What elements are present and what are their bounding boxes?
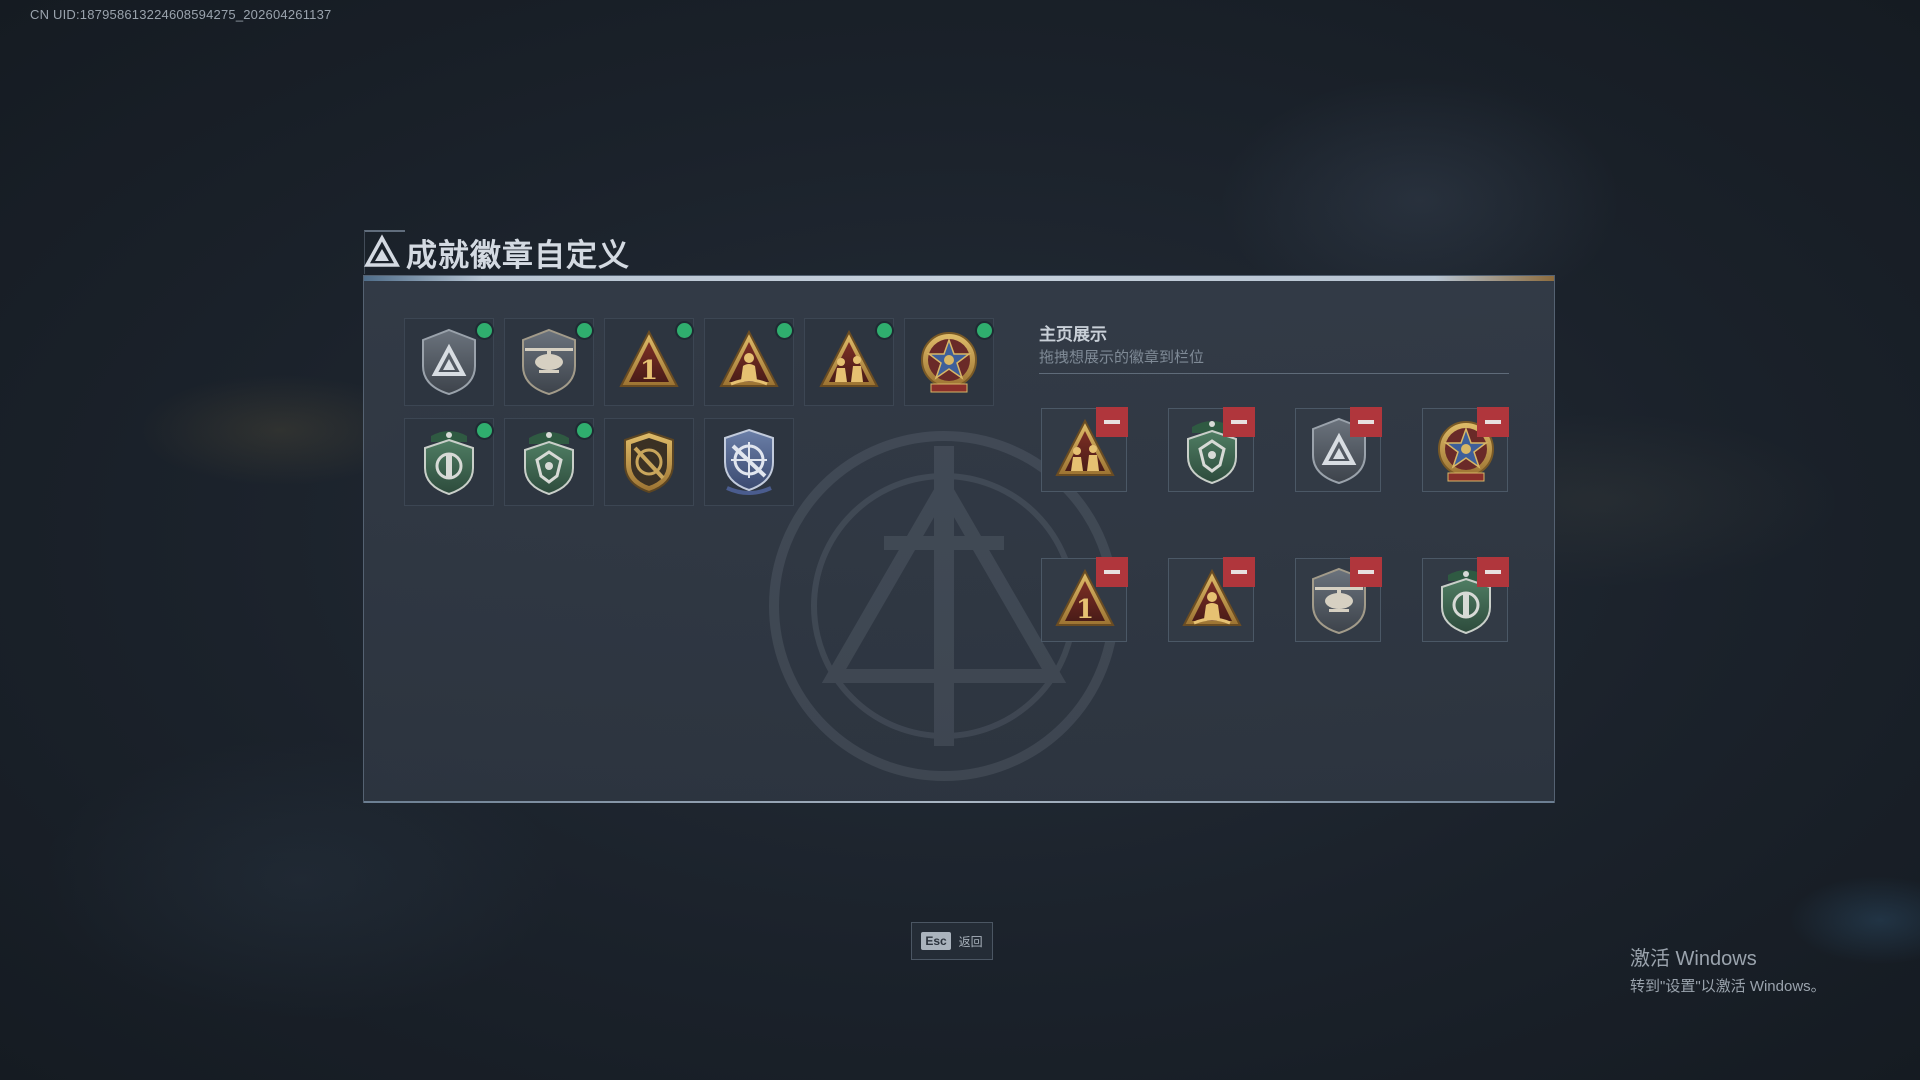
remove-badge-button[interactable] (1096, 407, 1128, 437)
soldier-triangle-badge-icon (717, 326, 781, 398)
badge-panel: 主页展示 拖拽想展示的徽章到栏位 (363, 275, 1555, 803)
remove-badge-button[interactable] (1477, 557, 1509, 587)
owned-badge-cell[interactable] (504, 418, 594, 506)
owned-badge-cell[interactable] (604, 318, 694, 406)
squad-triangle-badge-icon (817, 326, 881, 398)
showcase-subtitle: 拖拽想展示的徽章到栏位 (1039, 348, 1205, 366)
uid-label: CN UID:187958613224608594275_20260426113… (30, 7, 332, 22)
back-label: 返回 (958, 934, 983, 949)
back-button[interactable]: Esc 返回 (911, 922, 993, 960)
helicopter-badge-icon (517, 326, 581, 398)
remove-badge-button[interactable] (1350, 557, 1382, 587)
showcase-slot[interactable] (1041, 407, 1128, 492)
green-crest-badge-icon (417, 426, 481, 498)
showcase-slot[interactable] (1041, 557, 1128, 642)
showcase-slot[interactable] (1168, 407, 1255, 492)
remove-badge-button[interactable] (1096, 557, 1128, 587)
crossed-sword-shield-badge-icon (617, 426, 681, 498)
showcase-title: 主页展示 (1039, 325, 1107, 345)
green-beret-badge-icon (517, 426, 581, 498)
owned-badge-cell[interactable] (404, 418, 494, 506)
new-indicator-dot (877, 323, 892, 338)
owned-badge-cell[interactable] (804, 318, 894, 406)
esc-key-icon: Esc (921, 932, 951, 950)
showcase-slot[interactable] (1422, 557, 1509, 642)
new-indicator-dot (777, 323, 792, 338)
triangle-logo-icon (364, 234, 400, 267)
showcase-divider (1039, 373, 1509, 374)
showcase-slot[interactable] (1295, 557, 1382, 642)
new-indicator-dot (577, 323, 592, 338)
owned-badge-cell[interactable] (704, 318, 794, 406)
shield-triangle-badge-icon (417, 326, 481, 398)
showcase-slot[interactable] (1168, 557, 1255, 642)
star-medal-badge-icon (917, 326, 981, 398)
owned-badge-cell[interactable] (404, 318, 494, 406)
showcase-slot[interactable] (1295, 407, 1382, 492)
remove-badge-button[interactable] (1350, 407, 1382, 437)
panel-top-bar (364, 276, 1554, 281)
panel-bottom-bar (364, 801, 1554, 803)
remove-badge-button[interactable] (1223, 407, 1255, 437)
page-title-bar: 成就徽章自定义 (364, 230, 630, 274)
windows-activation-watermark: 激活 Windows 转到"设置"以激活 Windows。 (1630, 942, 1826, 996)
number-one-triangle-badge-icon (617, 326, 681, 398)
new-indicator-dot (677, 323, 692, 338)
showcase-slot[interactable] (1422, 407, 1509, 492)
owned-badge-cell[interactable] (604, 418, 694, 506)
page-title: 成就徽章自定义 (406, 237, 630, 274)
achievement-badge-screen: CN UID:187958613224608594275_20260426113… (0, 0, 1920, 1080)
watermark-line-1: 激活 Windows (1630, 948, 1757, 970)
owned-badge-cell[interactable] (704, 418, 794, 506)
owned-badge-cell[interactable] (904, 318, 994, 406)
remove-badge-button[interactable] (1477, 407, 1509, 437)
blue-crosshair-badge-icon (717, 426, 781, 498)
remove-badge-button[interactable] (1223, 557, 1255, 587)
new-indicator-dot (577, 423, 592, 438)
new-indicator-dot (477, 423, 492, 438)
new-indicator-dot (977, 323, 992, 338)
watermark-line-2: 转到"设置"以激活 Windows。 (1630, 978, 1826, 995)
owned-badge-cell[interactable] (504, 318, 594, 406)
new-indicator-dot (477, 323, 492, 338)
